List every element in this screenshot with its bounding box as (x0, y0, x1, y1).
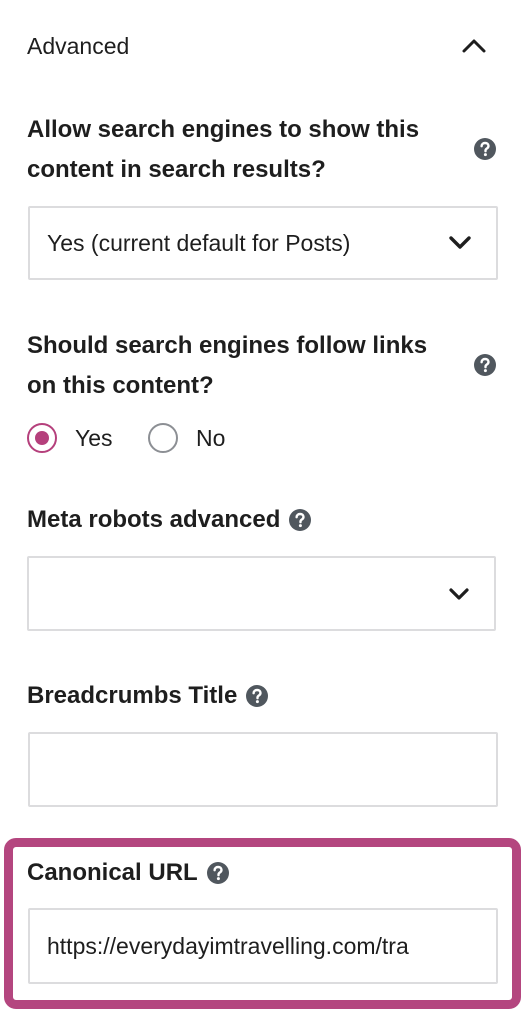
allow-search-label-line2: content in search results? (27, 156, 326, 183)
allow-search-select[interactable]: Yes (current default for Posts) (28, 206, 498, 280)
chevron-down-icon (448, 558, 470, 629)
chevron-up-icon (462, 39, 486, 53)
follow-links-label-line2: on this content? (27, 372, 214, 399)
chevron-down-icon (448, 208, 472, 278)
question-circle-icon[interactable] (473, 353, 497, 377)
meta-robots-label-row: Meta robots advanced (27, 500, 312, 540)
question-circle-icon[interactable] (245, 684, 269, 708)
radio-no-label: No (196, 424, 226, 451)
breadcrumbs-title-label: Breadcrumbs Title (27, 682, 238, 709)
follow-links-label-line1: Should search engines follow links (27, 332, 428, 359)
canonical-url-input[interactable]: https://everydayimtravelling.com/tra (28, 908, 498, 984)
canonical-url-label: Canonical URL (27, 859, 198, 886)
breadcrumbs-title-label-row: Breadcrumbs Title (27, 676, 269, 716)
question-circle-icon[interactable] (206, 861, 230, 885)
breadcrumbs-title-input[interactable] (28, 732, 498, 807)
meta-robots-select[interactable] (27, 556, 496, 631)
radio-unchecked-icon (148, 423, 178, 453)
canonical-url-value: https://everydayimtravelling.com/tra (47, 933, 409, 959)
question-circle-icon[interactable] (288, 508, 312, 532)
radio-checked-icon (27, 423, 57, 453)
follow-links-radio-yes[interactable]: Yes (27, 423, 113, 453)
canonical-url-label-row: Canonical URL (27, 853, 230, 893)
question-circle-icon[interactable] (473, 137, 497, 161)
follow-links-radio-no[interactable]: No (148, 423, 225, 453)
collapse-section-button[interactable] (456, 28, 492, 64)
allow-search-select-value: Yes (current default for Posts) (47, 230, 351, 256)
section-title: Advanced (27, 33, 130, 59)
radio-yes-label: Yes (75, 424, 113, 451)
allow-search-label-line1: Allow search engines to show this (27, 116, 420, 143)
meta-robots-label: Meta robots advanced (27, 506, 281, 533)
